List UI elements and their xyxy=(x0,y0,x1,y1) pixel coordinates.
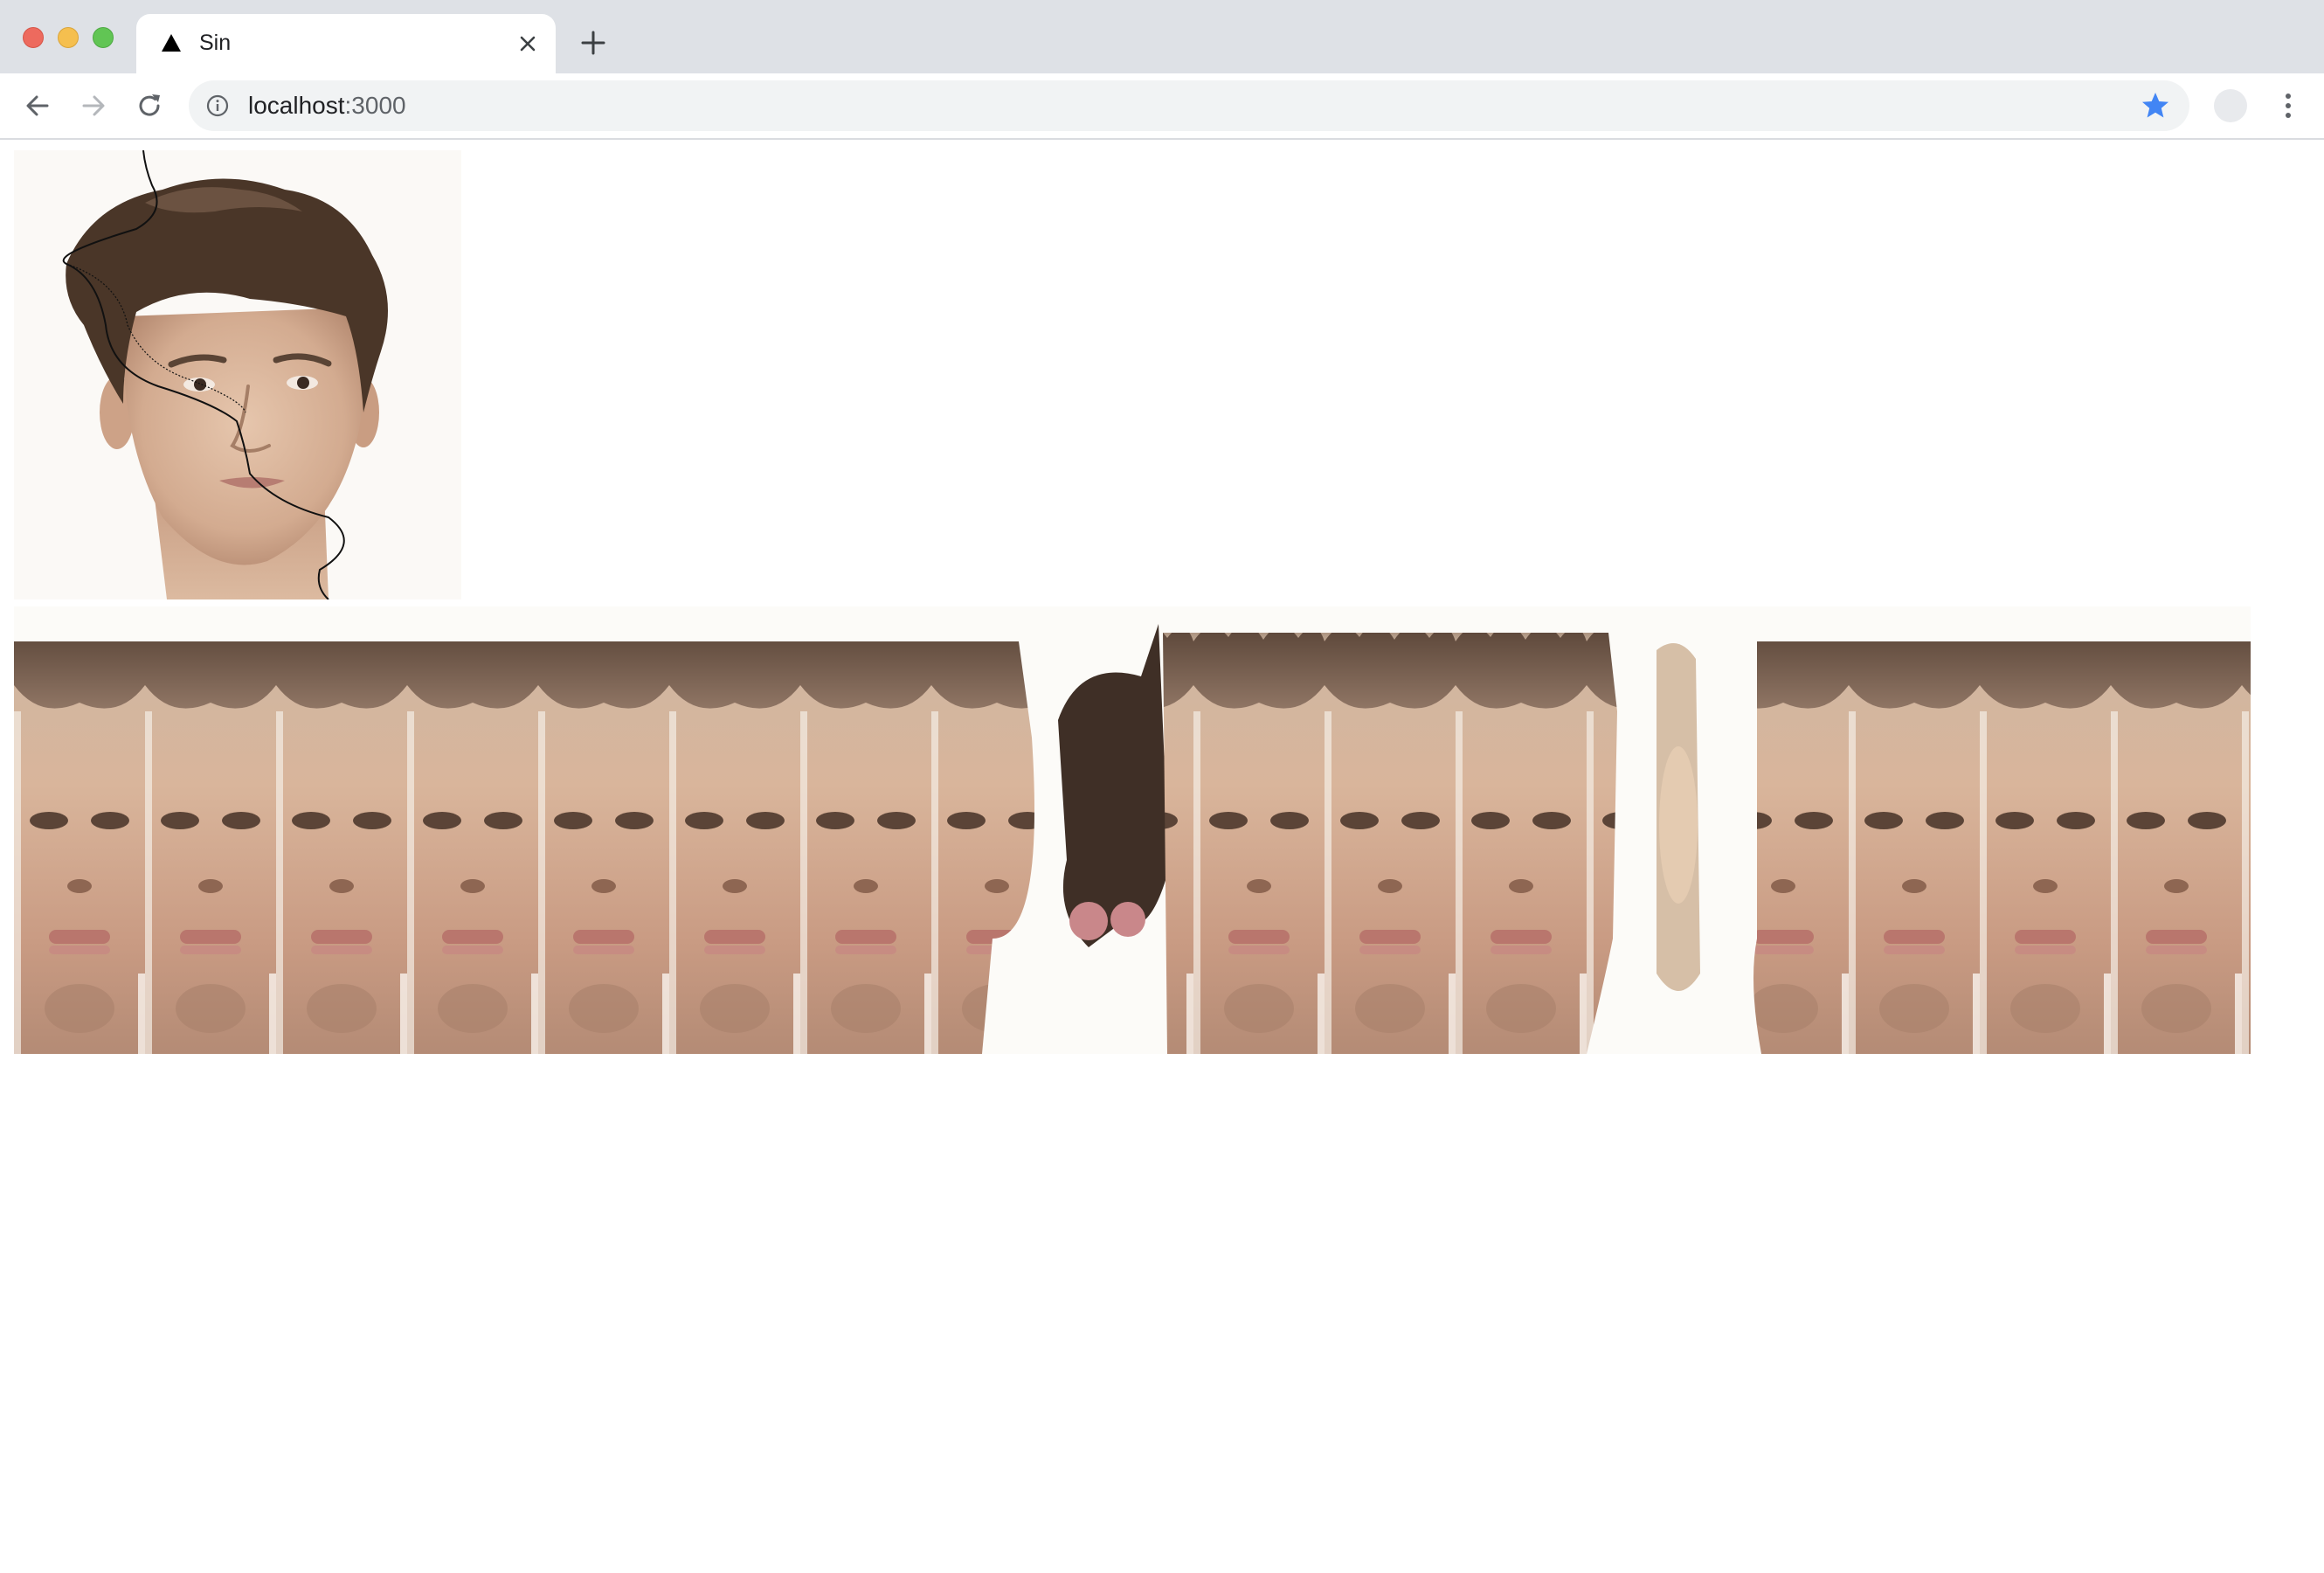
browser-toolbar: localhost:3000 xyxy=(0,73,2324,140)
close-icon[interactable] xyxy=(515,31,540,56)
profile-avatar[interactable] xyxy=(2214,89,2247,122)
star-icon[interactable] xyxy=(2141,91,2170,121)
reload-icon[interactable] xyxy=(135,91,164,121)
browser-tab[interactable]: Sin xyxy=(136,14,556,73)
url-host: localhost xyxy=(248,92,345,119)
arrow-right-icon[interactable] xyxy=(79,91,108,121)
triangle-icon xyxy=(162,34,181,52)
browser-titlebar: Sin xyxy=(0,0,2324,73)
warped-output-image xyxy=(14,606,2251,1054)
info-icon[interactable] xyxy=(206,94,229,117)
plus-icon[interactable] xyxy=(580,30,606,56)
url-text: localhost:3000 xyxy=(248,93,406,119)
window-close-button[interactable] xyxy=(23,27,44,48)
kebab-menu-icon[interactable] xyxy=(2273,91,2303,121)
source-portrait-image xyxy=(14,150,461,599)
tab-title: Sin xyxy=(199,31,232,55)
url-port: :3000 xyxy=(344,92,406,119)
address-bar[interactable]: localhost:3000 xyxy=(189,80,2189,131)
page-content xyxy=(0,140,2324,1573)
arrow-left-icon[interactable] xyxy=(23,91,52,121)
window-zoom-button[interactable] xyxy=(93,27,114,48)
window-minimize-button[interactable] xyxy=(58,27,79,48)
